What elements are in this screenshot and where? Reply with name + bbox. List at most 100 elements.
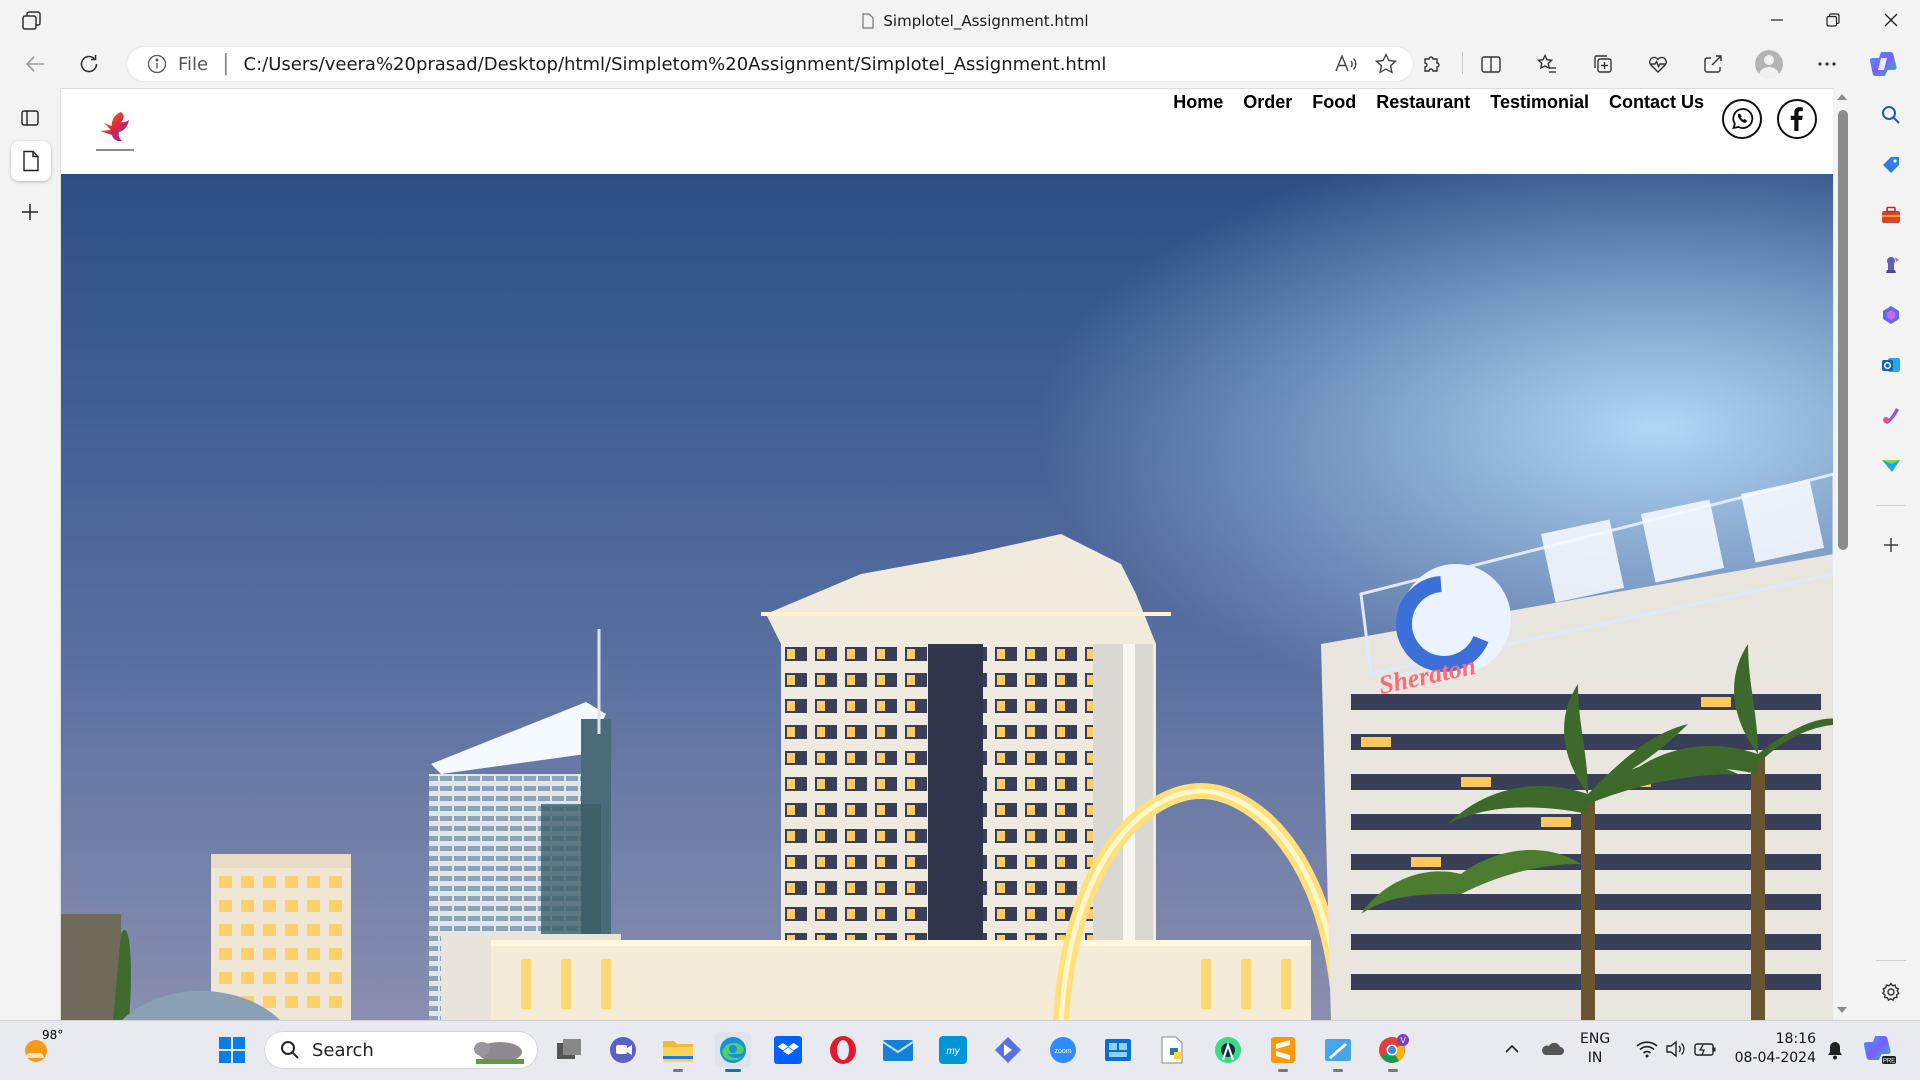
svg-text:V: V [1400, 1036, 1406, 1045]
taskbar-edge[interactable] [715, 1032, 751, 1072]
copilot-icon [1870, 52, 1897, 76]
sidebar-shopping-button[interactable] [1871, 145, 1911, 185]
nav-testimonial[interactable]: Testimonial [1490, 92, 1589, 113]
extensions-button[interactable] [1412, 45, 1450, 83]
settings-and-more-button[interactable] [1808, 45, 1846, 83]
collections-button[interactable] [1584, 45, 1622, 83]
whatsapp-link[interactable] [1722, 99, 1762, 139]
nav-order[interactable]: Order [1243, 92, 1292, 113]
restore-button[interactable] [1804, 0, 1862, 40]
scroll-thumb[interactable] [1838, 110, 1848, 550]
taskbar-teams[interactable] [605, 1032, 641, 1068]
taskbar-opera[interactable] [825, 1032, 861, 1068]
windows-logo-icon [219, 1037, 245, 1063]
taskbar-chrome[interactable]: V [1375, 1032, 1411, 1072]
teams-chat-icon [610, 1037, 636, 1063]
plus-icon [1884, 538, 1898, 552]
heart-pulse-icon [1649, 56, 1667, 73]
taskbar-task-view[interactable] [551, 1032, 587, 1068]
python-file-icon [1161, 1036, 1183, 1064]
url-text[interactable]: C:/Users/veera%20prasad/Desktop/html/Sim… [244, 54, 1107, 75]
sidebar-add-button[interactable] [1871, 525, 1911, 565]
new-tab-button[interactable] [11, 193, 49, 231]
favorite-star-icon[interactable] [1374, 52, 1398, 76]
sidebar-games-button[interactable] [1871, 245, 1911, 285]
sidebar-designer-button[interactable] [1871, 395, 1911, 435]
taskbar-python[interactable] [1155, 1032, 1191, 1068]
show-hidden-icons-chevron-icon[interactable] [1504, 1042, 1520, 1056]
sidebar-drop-button[interactable] [1871, 445, 1911, 485]
shopping-tag-icon [1883, 157, 1899, 173]
clock-date: 08-04-2024 [1734, 1050, 1816, 1066]
microsoft-365-icon [1883, 306, 1899, 324]
scroll-up-arrow-icon[interactable] [1835, 92, 1849, 102]
mail-icon [882, 1040, 914, 1061]
taskbar-search[interactable]: Search [264, 1031, 538, 1069]
chess-piece-icon [1886, 257, 1899, 273]
site-logo[interactable] [91, 109, 139, 155]
wifi-icon[interactable] [1636, 1040, 1658, 1058]
clock-time: 18:16 [1775, 1031, 1816, 1047]
restore-icon [1826, 13, 1840, 27]
browser-essentials-button[interactable] [1639, 45, 1677, 83]
tab-actions-button[interactable] [11, 99, 49, 137]
nav-restaurant[interactable]: Restaurant [1376, 92, 1470, 113]
share-button[interactable] [1694, 45, 1732, 83]
sidebar-outlook-button[interactable] [1871, 345, 1911, 385]
onedrive-cloud-icon[interactable] [1540, 1040, 1564, 1058]
battery-charging-icon[interactable] [1694, 1040, 1718, 1058]
site-nav: Home Order Food Restaurant Testimonial C… [1173, 92, 1704, 113]
facebook-link[interactable] [1777, 99, 1817, 139]
edge-icon [720, 1037, 746, 1063]
taskbar-myhp[interactable]: my [935, 1032, 971, 1068]
taskbar-dropbox[interactable] [770, 1032, 806, 1068]
scroll-down-arrow-icon[interactable] [1835, 1005, 1849, 1015]
copilot-taskbar-icon[interactable]: PRE [1864, 1034, 1896, 1066]
scheme-label: File [178, 53, 209, 75]
sidebar-settings-button[interactable] [1871, 972, 1911, 1012]
site-header: Home Order Food Restaurant Testimonial C… [61, 89, 1833, 173]
page-viewport: Home Order Food Restaurant Testimonial C… [60, 88, 1833, 1020]
taskbar-paint[interactable] [1320, 1032, 1356, 1072]
volume-icon[interactable] [1665, 1040, 1685, 1058]
active-tab[interactable] [11, 141, 51, 181]
more-dots-icon [1818, 62, 1836, 66]
taskbar-android-studio[interactable] [1210, 1032, 1246, 1068]
plus-icon [22, 204, 38, 220]
sidebar-m365-button[interactable] [1871, 295, 1911, 335]
copilot-button[interactable] [1866, 45, 1904, 83]
taskbar-file-explorer[interactable] [660, 1032, 696, 1072]
sidebar-tools-button[interactable] [1871, 195, 1911, 235]
sidebar-search-button[interactable] [1871, 95, 1911, 135]
minimize-button[interactable] [1748, 0, 1806, 40]
start-button[interactable] [214, 1032, 250, 1068]
favorites-button[interactable] [1528, 45, 1566, 83]
taskbar-windows-app[interactable] [1100, 1032, 1136, 1068]
split-screen-button[interactable] [1472, 45, 1510, 83]
taskbar-power-automate[interactable] [990, 1032, 1026, 1068]
toolbar-divider [1462, 52, 1463, 74]
close-button[interactable] [1862, 0, 1920, 40]
notification-bell-icon[interactable] [1826, 1040, 1844, 1060]
back-button[interactable] [16, 45, 54, 83]
input-language[interactable]: ENG IN [1580, 1030, 1610, 1068]
split-screen-icon [1481, 56, 1501, 73]
nav-home[interactable]: Home [1173, 92, 1223, 113]
gear-icon [1881, 982, 1900, 1002]
taskbar-mail[interactable] [880, 1032, 916, 1068]
zoom-icon: zoom [1050, 1037, 1076, 1063]
svg-text:zoom: zoom [1054, 1048, 1071, 1055]
refresh-button[interactable] [70, 45, 108, 83]
language-code: ENG [1580, 1031, 1611, 1047]
info-icon[interactable] [146, 53, 168, 75]
taskbar-zoom[interactable]: zoom [1045, 1032, 1081, 1068]
android-studio-icon [1215, 1037, 1241, 1063]
address-bar[interactable]: File | C:/Users/veera%20prasad/Desktop/h… [126, 46, 1414, 82]
nav-contact-us[interactable]: Contact Us [1609, 92, 1704, 113]
taskbar-sublime-text[interactable] [1265, 1032, 1301, 1072]
hero-image: Sheraton [61, 174, 1833, 1020]
clock[interactable]: 18:16 08-04-2024 [1730, 1030, 1816, 1068]
profile-button[interactable] [1750, 45, 1788, 83]
nav-food[interactable]: Food [1312, 92, 1356, 113]
read-aloud-icon[interactable] [1334, 53, 1358, 75]
